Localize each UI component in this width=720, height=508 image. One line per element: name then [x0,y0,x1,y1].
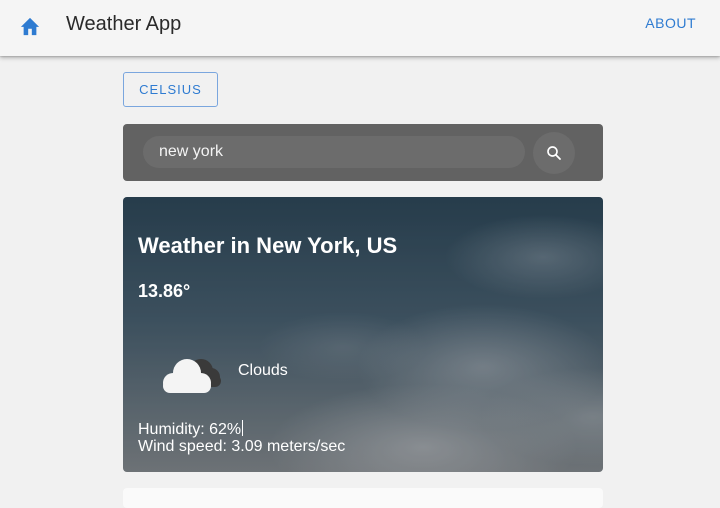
next-card [123,488,603,508]
search-icon [547,146,561,160]
weather-location-title: Weather in New York, US [138,233,398,258]
humidity-value: Humidity: 62% [138,421,242,438]
city-search-input[interactable] [143,136,525,168]
text-caret [242,420,244,436]
home-button[interactable] [14,10,46,42]
wind-speed-text: Wind speed: 3.09 meters/sec [138,438,346,455]
app-title: Weather App [66,13,182,35]
home-icon [20,17,40,36]
weather-condition: Clouds [238,362,288,379]
temperature-value: 13.86° [138,281,191,301]
about-button[interactable]: ABOUT [645,15,696,31]
search-card [123,124,603,181]
search-button[interactable] [533,132,575,174]
humidity-text: Humidity: 62% [138,420,244,439]
cloud-icon [163,359,221,393]
app-bar: Weather App ABOUT [0,0,720,56]
weather-card: Weather in New York, US 13.86° Clouds Hu… [123,197,603,472]
celsius-toggle-button[interactable]: CELSIUS [123,72,218,107]
